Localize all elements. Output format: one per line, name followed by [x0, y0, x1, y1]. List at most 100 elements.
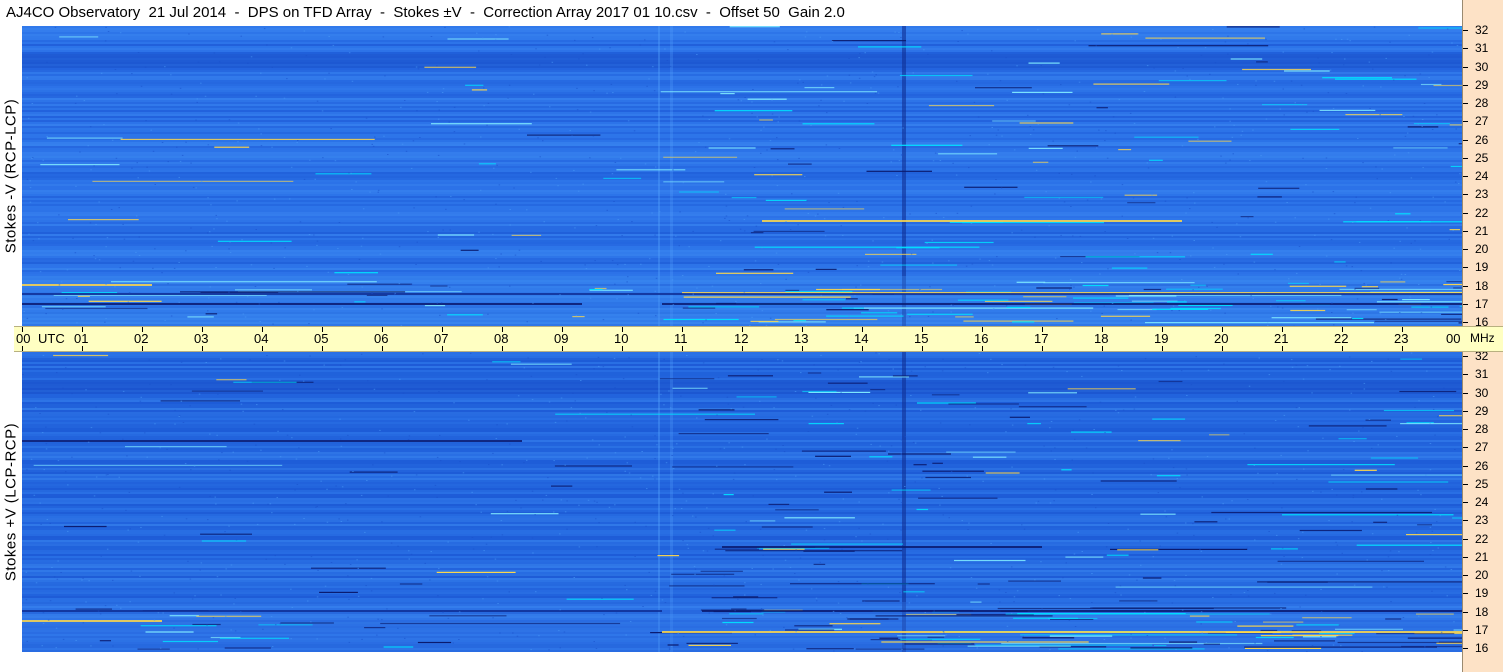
speckle [619, 157, 622, 159]
speckle [1390, 370, 1393, 372]
speckle [1060, 234, 1062, 236]
speckle [910, 395, 912, 396]
band-row [22, 188, 1462, 190]
speckle [1070, 206, 1072, 207]
speckle [916, 595, 918, 597]
speckle [364, 531, 366, 533]
speckle [1399, 240, 1401, 242]
band-row [22, 508, 1462, 510]
speckle [1351, 521, 1353, 523]
band-row [22, 190, 1462, 192]
speckle [448, 121, 450, 123]
speckle [843, 100, 845, 102]
speckle [136, 162, 138, 164]
speckle [25, 599, 28, 601]
speckle [1099, 401, 1102, 403]
speckle [867, 583, 869, 585]
spectral-line [683, 296, 851, 298]
speckle [776, 185, 779, 187]
speckle [1260, 155, 1262, 157]
speckle [640, 263, 642, 265]
speckle [744, 582, 746, 584]
speckle [347, 274, 350, 275]
speckle [247, 62, 249, 64]
spectral-line [711, 597, 778, 599]
speckle [235, 301, 238, 303]
speckle [1229, 108, 1231, 110]
spectral-line [881, 641, 1089, 643]
speckle [823, 218, 826, 220]
speckle [1186, 197, 1188, 199]
speckle [1065, 562, 1067, 564]
speckle [90, 427, 93, 429]
speckle [856, 200, 858, 202]
band-row [22, 248, 1462, 250]
speckle [630, 414, 632, 416]
band-row [22, 436, 1462, 438]
speckle [575, 315, 578, 317]
speckle [262, 628, 264, 630]
speckle [1062, 577, 1064, 579]
speckle [401, 143, 404, 145]
spectral-line [431, 123, 532, 125]
band-row [22, 242, 1462, 244]
band-row [22, 220, 1462, 222]
speckle [437, 236, 440, 238]
speckle [274, 555, 276, 557]
spectral-line [349, 471, 398, 473]
speckle [328, 36, 330, 37]
speckle [598, 444, 600, 446]
band-row [22, 456, 1462, 458]
speckle [702, 322, 704, 324]
speckle [475, 504, 477, 506]
speckle [193, 465, 196, 467]
band-row [22, 368, 1462, 370]
speckle [794, 573, 796, 574]
speckle [216, 576, 219, 578]
speckle [1352, 222, 1354, 223]
speckle [1077, 531, 1079, 533]
speckle [360, 494, 363, 496]
speckle [291, 607, 294, 608]
speckle [253, 423, 256, 425]
speckle [968, 167, 970, 169]
speckle [966, 475, 968, 477]
speckle [723, 447, 726, 449]
speckle [1331, 302, 1333, 304]
speckle [258, 303, 261, 305]
frequency-axis-bottom: 16 17 18 19 20 21 22 23 24 25 26 27 28 29 30 31 32 [1462, 349, 1503, 655]
speckle [1053, 500, 1055, 502]
speckle [869, 533, 872, 535]
spectral-line [1346, 309, 1377, 311]
speckle [585, 268, 588, 270]
band-row [22, 40, 1462, 42]
speckle [609, 47, 611, 49]
spectral-line [1402, 299, 1430, 301]
spectral-line [1138, 440, 1181, 442]
speckle [1266, 322, 1269, 324]
speckle [1317, 57, 1319, 59]
spectral-line [75, 608, 112, 610]
speckle [46, 519, 49, 520]
speckle [1253, 261, 1256, 263]
speckle [46, 61, 48, 63]
speckle [179, 160, 182, 162]
band-row [22, 144, 1462, 146]
spectral-line [315, 173, 372, 175]
speckle [444, 26, 446, 28]
band-row [22, 492, 1462, 494]
speckle [90, 169, 92, 171]
speckle [991, 127, 993, 128]
spectral-line [1374, 320, 1462, 322]
band-row [22, 404, 1462, 406]
spectral-line [1036, 287, 1072, 289]
speckle [838, 521, 841, 523]
speckle [888, 359, 890, 361]
spectral-line-strong [22, 440, 522, 442]
spectral-line [551, 485, 573, 487]
spectral-line [1140, 513, 1176, 515]
spectrogram-top-svg [22, 26, 1462, 326]
spectral-line [1145, 37, 1265, 39]
speckle [997, 129, 999, 131]
speckle [892, 149, 895, 151]
